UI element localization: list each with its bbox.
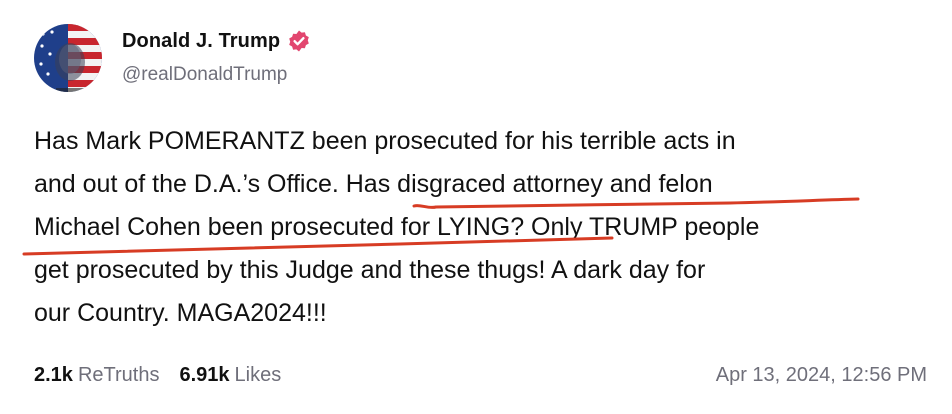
retruths-label[interactable]: ReTruths — [78, 364, 160, 387]
verified-badge-icon — [287, 29, 311, 53]
likes-label[interactable]: Likes — [235, 364, 282, 387]
avatar-image — [34, 24, 102, 92]
retruths-count[interactable]: 2.1k — [34, 364, 73, 387]
name-row: Donald J. Trump — [122, 29, 311, 53]
post-line-3: Michael Cohen been prosecuted for LYING?… — [34, 213, 760, 241]
post-timestamp[interactable]: Apr 13, 2024, 12:56 PM — [716, 364, 927, 387]
post-line-4: get prosecuted by this Judge and these t… — [34, 256, 706, 284]
post-stats: 2.1k ReTruths 6.91k Likes — [34, 364, 281, 387]
post-line-2: and out of the D.A.’s Office. Has disgra… — [34, 170, 713, 198]
avatar[interactable] — [34, 24, 102, 92]
user-handle[interactable]: @realDonaldTrump — [122, 64, 287, 86]
display-name[interactable]: Donald J. Trump — [122, 30, 280, 53]
likes-count[interactable]: 6.91k — [179, 364, 229, 387]
truth-post: Donald J. Trump @realDonaldTrump Has Mar… — [0, 0, 952, 414]
post-header: Donald J. Trump @realDonaldTrump — [34, 24, 734, 94]
post-line-1: Has Mark POMERANTZ been prosecuted for h… — [34, 127, 736, 155]
post-line-5: our Country. MAGA2024!!! — [34, 299, 327, 327]
post-body: Has Mark POMERANTZ been prosecuted for h… — [34, 120, 924, 335]
